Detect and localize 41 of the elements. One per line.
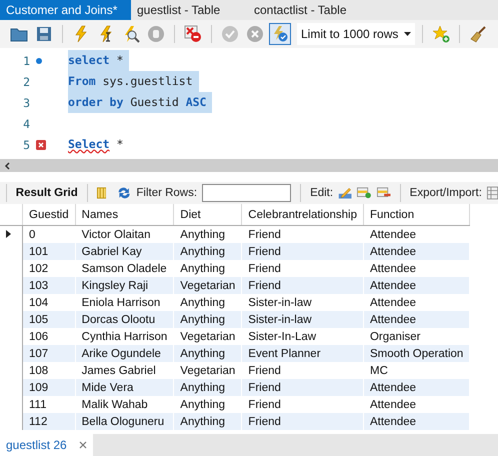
refresh-icon[interactable] xyxy=(117,185,132,201)
caret-icon xyxy=(404,32,411,36)
table-cell: Attendee xyxy=(363,413,470,430)
save-icon xyxy=(35,25,53,43)
filter-rows-label: Filter Rows: xyxy=(136,187,198,199)
broom-icon xyxy=(469,25,487,43)
export-import-label: Export/Import: xyxy=(410,187,482,199)
pencil-icon[interactable] xyxy=(338,185,352,201)
cross-icon xyxy=(246,25,264,43)
line-number: 1 xyxy=(22,54,30,68)
current-row-icon xyxy=(6,230,11,238)
table-cell: 112 xyxy=(22,413,76,430)
editor-tab[interactable]: contactlist - Table xyxy=(248,0,353,20)
table-cell: Bella Ologuneru xyxy=(75,413,174,430)
table-cell: Friend xyxy=(242,413,364,430)
line-number: 2 xyxy=(22,74,30,88)
delete-row-icon[interactable] xyxy=(376,186,391,200)
star-plus-icon xyxy=(432,25,450,43)
line-number: 4 xyxy=(22,116,30,130)
check-icon xyxy=(221,25,239,43)
edit-label: Edit: xyxy=(310,187,334,199)
export-icon[interactable] xyxy=(486,185,498,201)
statement-dot-icon xyxy=(36,58,42,64)
columns-icon[interactable] xyxy=(96,186,106,200)
result-grid-label: Result Grid xyxy=(16,187,78,199)
limit-rows-dropdown[interactable]: Limit to 1000 rows xyxy=(297,23,415,45)
close-icon[interactable] xyxy=(78,441,87,449)
sql-line: Select * xyxy=(68,136,124,153)
lightning-magnifier-icon xyxy=(122,25,140,43)
filter-rows-field[interactable] xyxy=(202,184,292,202)
editor-tab[interactable]: guestlist - Table xyxy=(131,0,236,20)
horizontal-scrollbar[interactable] xyxy=(0,159,498,172)
line-number: 3 xyxy=(22,96,30,110)
result-tab[interactable]: guestlist 26 xyxy=(0,434,93,456)
add-row-icon[interactable] xyxy=(357,186,372,200)
stop-on-error-icon xyxy=(184,25,202,43)
error-icon xyxy=(36,140,46,150)
table-cell: Anything xyxy=(174,413,242,430)
editor-tab[interactable]: Customer and Joins* xyxy=(0,0,131,20)
lightning-check-icon xyxy=(271,25,289,43)
line-number: 5 xyxy=(22,138,30,152)
